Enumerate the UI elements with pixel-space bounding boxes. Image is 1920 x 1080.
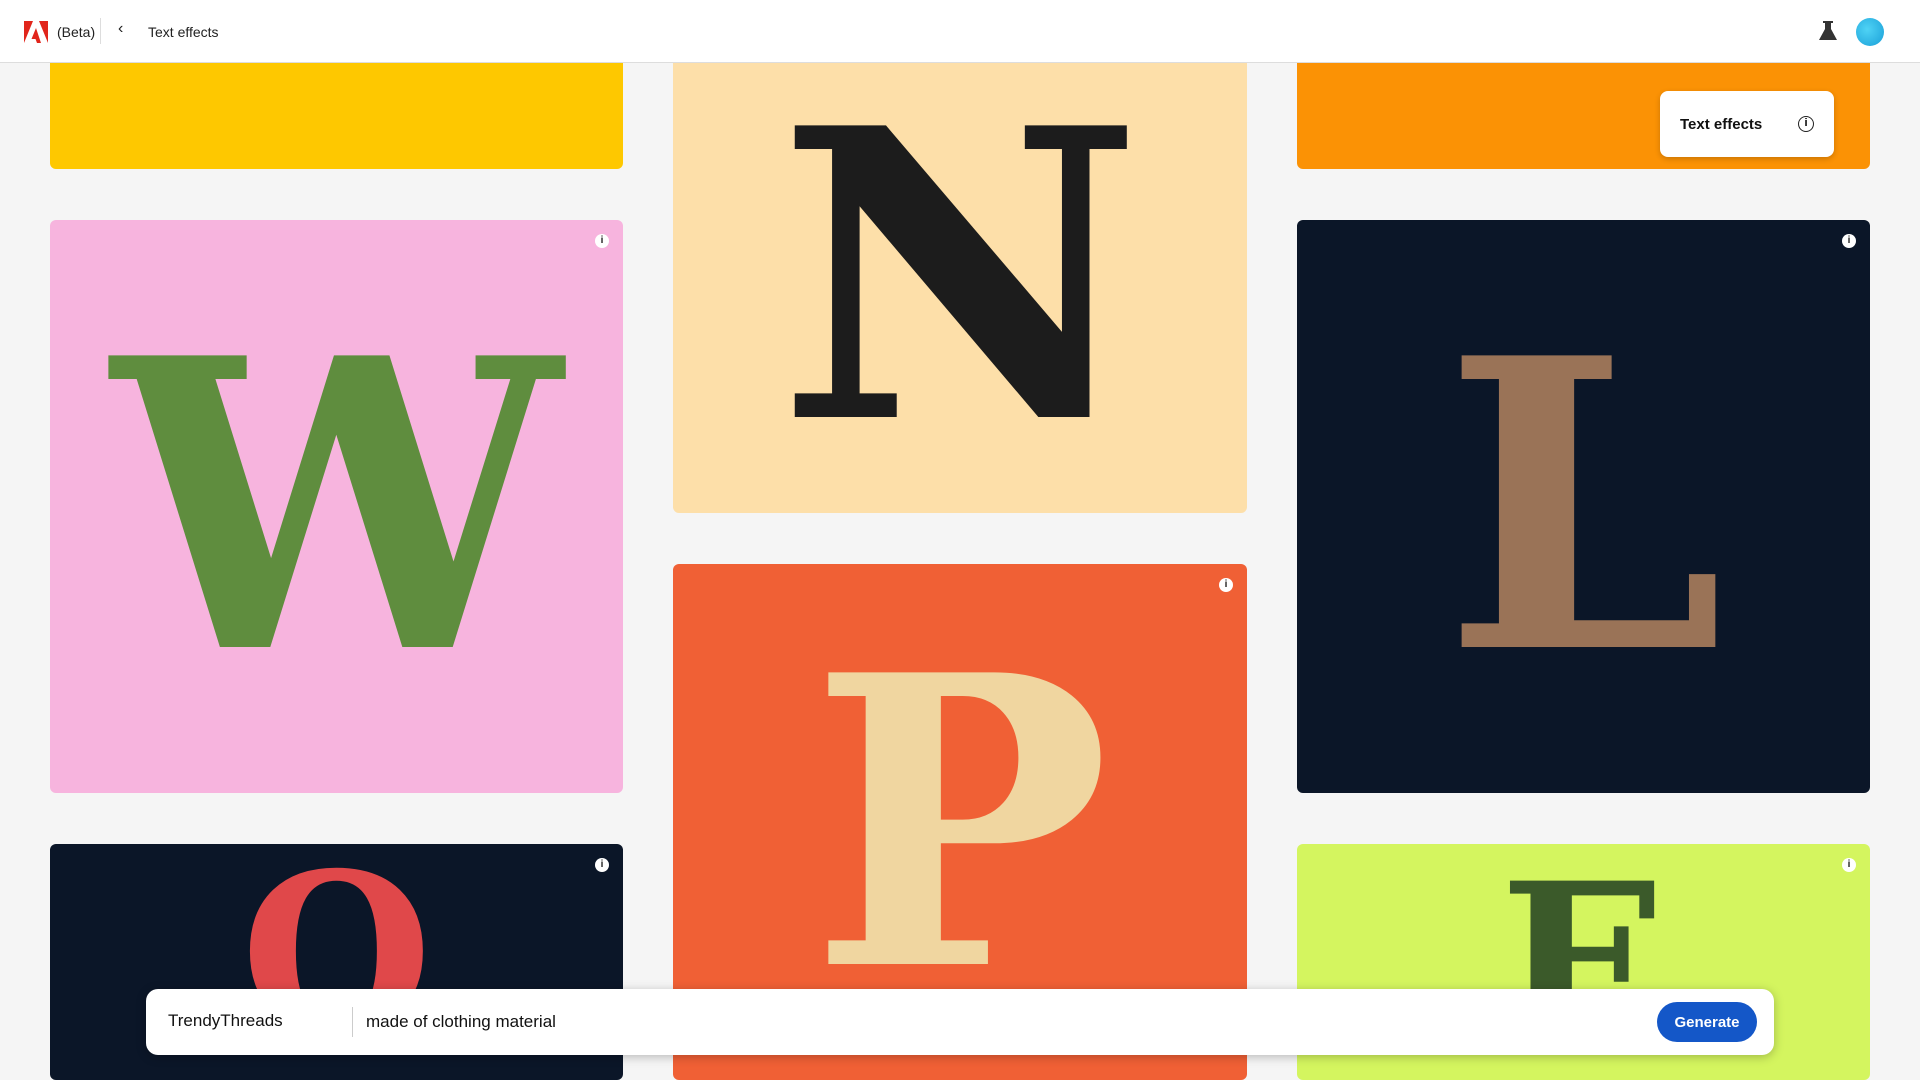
app-header: (Beta) ‹ Text effects bbox=[0, 0, 1920, 63]
info-icon[interactable]: i bbox=[1798, 116, 1814, 132]
generate-button[interactable]: Generate bbox=[1657, 1002, 1757, 1042]
info-icon[interactable]: i bbox=[1219, 578, 1233, 592]
effect-card[interactable]: Li bbox=[1297, 220, 1870, 793]
info-icon[interactable]: i bbox=[595, 858, 609, 872]
font-selector[interactable]: TrendyThreads bbox=[168, 1011, 283, 1031]
effect-card[interactable]: Wi bbox=[50, 220, 623, 793]
prompt-bar: TrendyThreads Generate bbox=[146, 989, 1774, 1055]
beta-label: (Beta) bbox=[57, 24, 96, 40]
divider bbox=[100, 18, 101, 44]
letter-n: N bbox=[777, 41, 1143, 512]
effect-card[interactable]: N bbox=[673, 40, 1247, 513]
info-icon[interactable]: i bbox=[1842, 234, 1856, 248]
text-effects-tooltip: Text effects i bbox=[1660, 91, 1834, 157]
letter-w: W bbox=[111, 271, 562, 742]
letter-l: L bbox=[1442, 271, 1725, 742]
flask-labs-icon[interactable] bbox=[1818, 20, 1838, 42]
avatar[interactable] bbox=[1856, 18, 1884, 46]
back-chevron-icon[interactable]: ‹ bbox=[118, 20, 123, 38]
letter-p: P bbox=[809, 589, 1111, 1059]
breadcrumb: Text effects bbox=[148, 24, 219, 40]
info-icon[interactable]: i bbox=[1842, 858, 1856, 872]
divider bbox=[352, 1007, 353, 1037]
adobe-logo-icon[interactable] bbox=[24, 20, 48, 44]
prompt-input[interactable] bbox=[366, 1005, 1546, 1039]
info-icon[interactable]: i bbox=[595, 234, 609, 248]
tooltip-label: Text effects bbox=[1680, 115, 1763, 133]
